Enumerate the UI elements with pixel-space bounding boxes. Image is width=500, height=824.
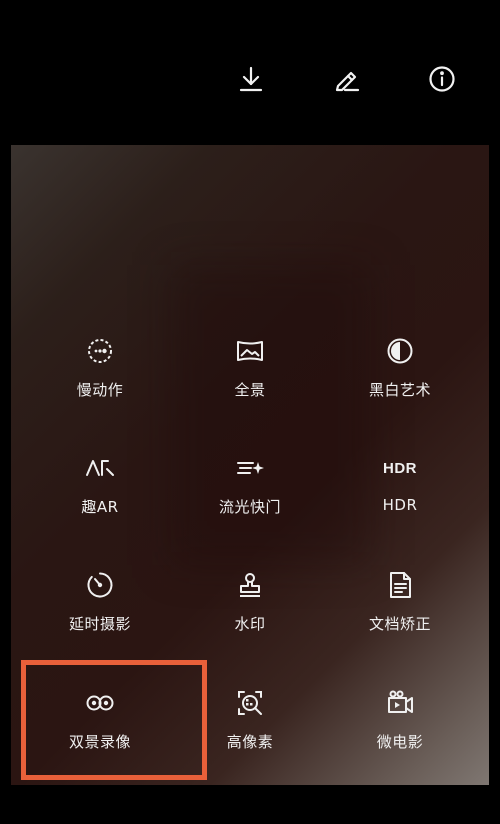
ar-icon — [84, 452, 116, 484]
high-resolution-icon — [234, 687, 266, 719]
mode-label: 慢动作 — [76, 381, 124, 399]
mode-monochrome[interactable]: 黑白艺术 — [340, 335, 460, 435]
info-icon — [429, 66, 455, 92]
mode-label: 水印 — [234, 615, 266, 633]
mode-label: 黑白艺术 — [368, 381, 431, 399]
dual-view-icon — [84, 687, 116, 719]
download-icon — [239, 66, 263, 92]
pencil-icon — [335, 71, 360, 92]
mode-label: 趣AR — [81, 498, 119, 516]
micro-movie-icon — [384, 687, 416, 719]
mode-watermark[interactable]: 水印 — [190, 569, 310, 669]
mode-label: 全景 — [234, 381, 266, 399]
mode-label: 流光快门 — [218, 498, 281, 516]
mode-label: 高像素 — [226, 733, 274, 751]
mode-label: 延时摄影 — [68, 615, 131, 633]
mode-micro-movie[interactable]: 微电影 — [340, 687, 460, 785]
mode-label: 微电影 — [376, 733, 424, 751]
document-icon — [384, 569, 416, 601]
time-lapse-icon — [84, 569, 116, 601]
panorama-icon — [234, 335, 266, 367]
camera-modes-panel: 慢动作 全景 黑白艺术 趣AR 流光快门 HDR HDR 延时摄影 水印 文档矫… — [11, 145, 489, 785]
slow-motion-icon — [84, 335, 116, 367]
info-button[interactable] — [425, 62, 459, 96]
mode-document[interactable]: 文档矫正 — [340, 569, 460, 669]
monochrome-icon — [384, 335, 416, 367]
mode-dual-view[interactable]: 双景录像 — [40, 687, 160, 785]
mode-slow-motion[interactable]: 慢动作 — [40, 335, 160, 435]
mode-hdr[interactable]: HDR HDR — [340, 452, 460, 552]
watermark-stamp-icon — [234, 569, 266, 601]
edit-button[interactable] — [330, 62, 364, 96]
light-painting-icon — [234, 452, 266, 484]
download-button[interactable] — [234, 62, 268, 96]
mode-label: HDR — [382, 496, 418, 514]
mode-ar[interactable]: 趣AR — [40, 452, 160, 552]
mode-high-resolution[interactable]: 高像素 — [190, 687, 310, 785]
mode-label: 双景录像 — [68, 733, 131, 751]
top-toolbar — [0, 0, 500, 145]
mode-grid: 慢动作 全景 黑白艺术 趣AR 流光快门 HDR HDR 延时摄影 水印 文档矫… — [11, 145, 489, 785]
hdr-icon: HDR — [383, 459, 417, 477]
mode-panorama[interactable]: 全景 — [190, 335, 310, 435]
mode-light-painting[interactable]: 流光快门 — [190, 452, 310, 552]
bottom-bar — [0, 785, 500, 824]
mode-time-lapse[interactable]: 延时摄影 — [40, 569, 160, 669]
mode-label: 文档矫正 — [368, 615, 431, 633]
